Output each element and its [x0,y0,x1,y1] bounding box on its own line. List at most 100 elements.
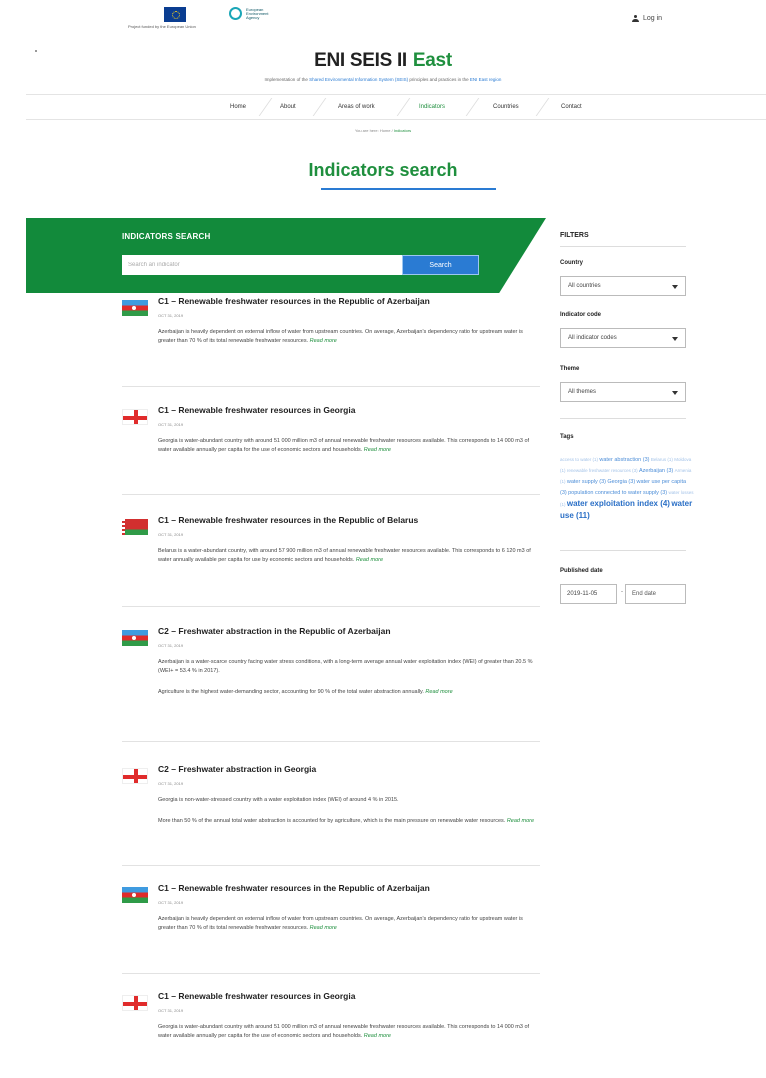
result-summary-text: Azerbaijan is heavily dependent on exter… [158,329,523,344]
breadcrumb-current: Indicators [393,128,412,133]
search-input[interactable] [122,255,402,275]
result-summary-text: Georgia is non-water-stressed country wi… [158,797,399,803]
tag-link[interactable]: population connected to water supply (3) [568,490,667,496]
published-date-label: Published date [560,568,603,574]
tag-link[interactable]: water abstraction (3) [599,457,649,463]
result-summary-text: Azerbaijan is a water-scarce country fac… [158,659,533,674]
result-summary-text: Georgia is water-abundant country with a… [158,1024,530,1039]
user-icon [632,15,639,22]
nav-separator [396,98,411,116]
end-date-field[interactable]: End date [625,584,686,604]
result-date: OCT 31, 2019 [158,1008,184,1013]
chevron-down-icon [672,391,678,395]
tag-link[interactable]: water supply (3) [567,479,606,485]
result-summary-text: Azerbaijan is heavily dependent on exter… [158,916,523,931]
search-heading: INDICATORS SEARCH [122,232,211,241]
result-summary: Belarus is a water-abundant country, wit… [158,547,538,565]
result-date: OCT 31, 2019 [158,532,184,537]
result-divider [122,741,540,742]
result-summary: Agriculture is the highest water-demandi… [158,688,538,697]
tag-link[interactable]: renewable freshwater resources (3) [567,468,638,473]
breadcrumb-home[interactable]: Home [380,128,391,133]
indicator-code-select-value: All indicator codes [568,335,617,341]
result-summary-text: More than 50 % of the annual total water… [158,818,506,824]
title-underline [321,188,496,190]
result-summary: Azerbaijan is a water-scarce country fac… [158,658,538,676]
filters-divider [560,550,686,551]
breadcrumb-prefix: You are here: [354,128,379,133]
tag-link[interactable]: water exploitation index (4) [567,499,670,508]
result-title[interactable]: C2 – Freshwater abstraction in Georgia [158,764,316,774]
date-separator: - [621,589,623,595]
belarus-flag-icon [122,519,148,535]
read-more-link[interactable]: Read more [310,925,337,931]
read-more-link[interactable]: Read more [356,557,383,563]
main-nav: Home About Areas of work Indicators Coun… [26,94,766,120]
country-filter-label: Country [560,260,583,266]
result-title[interactable]: C1 – Renewable freshwater resources in t… [158,515,418,525]
result-date: OCT 31, 2019 [158,313,184,318]
nav-countries[interactable]: Countries [493,104,519,110]
azerbaijan-flag-icon [122,887,148,903]
eu-funding-caption: Project funded by the European Union [128,24,196,29]
tag-link[interactable]: access to water (1) [560,457,598,462]
georgia-flag-icon [122,995,148,1011]
result-title[interactable]: C2 – Freshwater abstraction in the Repub… [158,626,391,636]
result-divider [122,973,540,974]
result-summary: Georgia is water-abundant country with a… [158,1023,538,1041]
result-date: OCT 31, 2019 [158,781,184,786]
nav-home[interactable]: Home [230,104,246,110]
theme-select-value: All themes [568,389,597,395]
result-title[interactable]: C1 – Renewable freshwater resources in G… [158,991,355,1001]
country-select[interactable]: All countries [560,276,686,296]
start-date-field[interactable]: 2019-11-05 [560,584,617,604]
eea-logo-icon[interactable] [229,7,242,20]
georgia-flag-icon [122,409,148,425]
tag-link[interactable]: Azerbaijan (3) [639,468,673,474]
read-more-link[interactable]: Read more [310,338,337,344]
nav-about[interactable]: About [280,104,296,110]
result-divider [122,865,540,866]
eea-logo-text[interactable]: European Environment Agency [246,8,276,20]
filters-divider [560,418,686,419]
tags-cloud: access to water (1) water abstraction (3… [560,455,694,523]
indicator-code-filter-label: Indicator code [560,312,602,318]
result-title[interactable]: C1 – Renewable freshwater resources in t… [158,296,430,306]
result-title[interactable]: C1 – Renewable freshwater resources in G… [158,405,355,415]
filters-divider [560,246,686,247]
result-summary-text: Belarus is a water-abundant country, wit… [158,548,531,563]
nav-areas-of-work[interactable]: Areas of work [338,104,375,110]
result-summary: Azerbaijan is heavily dependent on exter… [158,328,538,346]
site-title[interactable]: ENI SEIS II East [0,50,766,72]
search-button[interactable]: Search [402,255,479,275]
filters-heading: FILTERS [560,232,589,239]
azerbaijan-flag-icon [122,300,148,316]
nav-separator [465,98,480,116]
azerbaijan-flag-icon [122,630,148,646]
read-more-link[interactable]: Read more [364,447,391,453]
read-more-link[interactable]: Read more [425,689,452,695]
country-select-value: All countries [568,283,601,289]
tag-link[interactable]: Belarus (1) [651,457,673,462]
result-summary-text: Georgia is water-abundant country with a… [158,438,530,453]
theme-select[interactable]: All themes [560,382,686,402]
read-more-link[interactable]: Read more [507,818,534,824]
eu-flag-icon [164,7,186,22]
chevron-down-icon [672,337,678,341]
result-date: OCT 31, 2019 [158,900,184,905]
nav-indicators[interactable]: Indicators [419,104,445,110]
seis-link[interactable]: Shared Environmental Information System … [309,77,408,82]
page-title: Indicators search [308,160,458,180]
nav-separator [258,98,273,116]
breadcrumb: You are here: Home / Indicators [354,128,412,133]
subtitle-text: Implementation of the [264,77,310,82]
tags-label: Tags [560,434,574,440]
login-link[interactable]: Log in [632,15,662,22]
eni-east-link[interactable]: ENI East region [470,77,502,82]
nav-contact[interactable]: Contact [561,104,582,110]
result-title[interactable]: C1 – Renewable freshwater resources in t… [158,883,430,893]
read-more-link[interactable]: Read more [364,1033,391,1039]
nav-separator [535,98,550,116]
indicator-code-select[interactable]: All indicator codes [560,328,686,348]
tag-link[interactable]: Georgia (3) [607,479,635,485]
